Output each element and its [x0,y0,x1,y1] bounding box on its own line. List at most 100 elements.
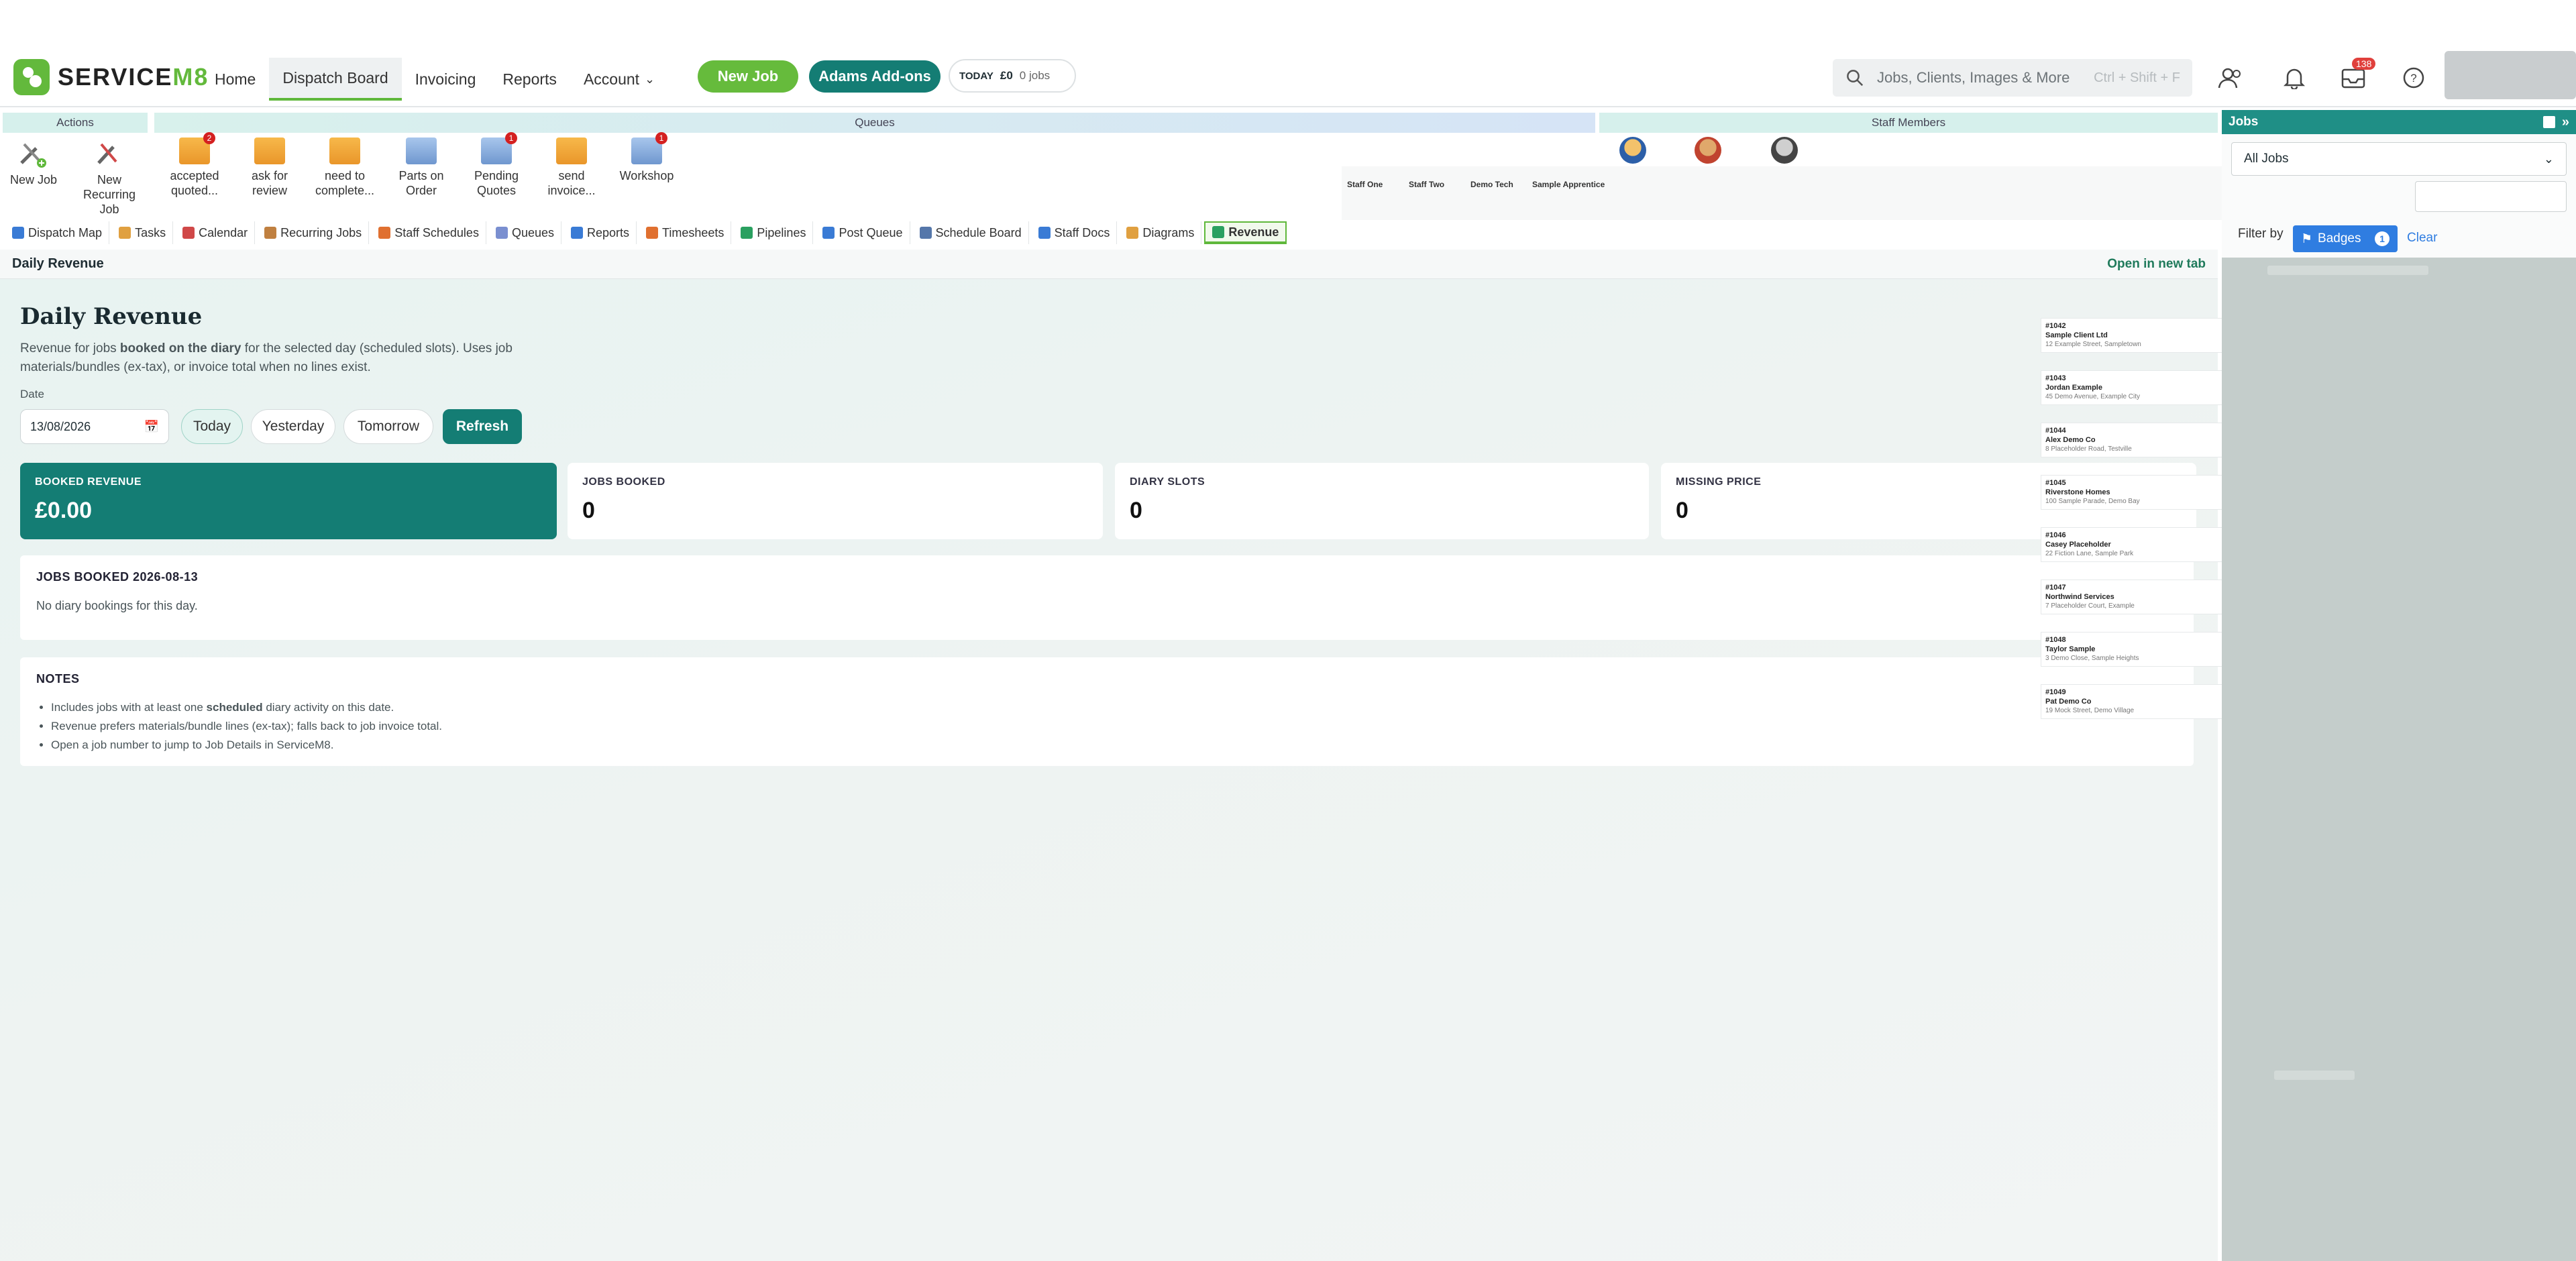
jobs-search-input[interactable] [2415,181,2567,212]
staff-name[interactable]: Staff Two [1409,180,1444,189]
dispatch-tabs: Dispatch Map Tasks Calendar Recurring Jobs S… [0,220,1287,245]
tab-label: Reports [587,225,630,239]
logo-mark-icon [13,59,50,95]
badges-filter-button[interactable]: ⚑ Badges 1 [2293,225,2398,252]
nav-dispatch-board[interactable]: Dispatch Board [269,58,402,101]
booked-revenue-card: BOOKED REVENUE £0.00 [20,463,557,539]
account-avatar[interactable] [2445,51,2576,99]
tab-diagrams[interactable]: Diagrams [1120,221,1202,244]
today-amount: £0 [1000,69,1013,82]
help-icon[interactable]: ? [2399,63,2428,93]
open-in-new-tab-link[interactable]: Open in new tab [2107,257,2206,272]
queue-label: ask for review [251,169,288,197]
tab-tasks[interactable]: Tasks [112,221,174,244]
tab-schedule-board[interactable]: Schedule Board [913,221,1029,244]
inbox-icon[interactable]: 138 [2339,58,2376,93]
tab-post-queue[interactable]: Post Queue [816,221,910,244]
chevron-down-icon: ⌄ [2543,152,2554,166]
tab-reports[interactable]: Reports [564,221,637,244]
tab-icon [1212,226,1225,238]
filter-by-label: Filter by [2238,227,2284,241]
tab-pipelines[interactable]: Pipelines [734,221,814,244]
tomorrow-button[interactable]: Tomorrow [343,409,433,444]
queue-label: Parts on Order [398,169,444,197]
queue-label: need to complete... [315,169,375,197]
bell-icon[interactable] [2279,63,2309,93]
nav-home[interactable]: Home [201,58,269,101]
folder-icon [406,138,437,164]
addons-button[interactable]: Adams Add-ons [809,60,941,93]
tab-label: Calendar [199,225,248,239]
clear-filter-link[interactable]: Clear [2407,231,2437,245]
new-job-button[interactable]: New Job [698,60,798,93]
global-search[interactable]: Jobs, Clients, Images & More Ctrl + Shif… [1833,59,2192,97]
jobs-booked-panel: JOBS BOOKED 2026-08-13 No diary bookings… [20,555,2194,640]
tab-calendar[interactable]: Calendar [176,221,256,244]
queue-item[interactable]: 2 accepted quoted... [161,132,228,198]
today-jobs: 0 jobs [1019,69,1051,82]
folder-icon [556,138,587,164]
tab-revenue[interactable]: Revenue [1204,221,1287,244]
servicem8-logo[interactable]: SERVICEM8 [13,59,209,95]
staff-avatar-3[interactable] [1771,137,1798,164]
tab-label: Timesheets [662,225,724,239]
staff-avatar-2[interactable] [1695,137,1721,164]
queue-item[interactable]: send invoice... [538,138,605,198]
chevron-down-icon: ⌄ [645,72,655,86]
tab-label: Staff Schedules [394,225,479,239]
tab-label: Staff Docs [1054,225,1110,239]
nav-account[interactable]: Account ⌄ [570,58,668,101]
yesterday-button[interactable]: Yesterday [251,409,335,444]
jobs-booked-card: JOBS BOOKED 0 [568,463,1103,539]
tab-staff-schedules[interactable]: Staff Schedules [372,221,486,244]
date-input[interactable]: 13/08/2026 📅 [20,409,169,444]
new-job-action[interactable]: New Job [0,138,67,187]
staff-name[interactable]: Staff One [1347,180,1383,189]
tab-staff-docs[interactable]: Staff Docs [1032,221,1118,244]
notes-title: NOTES [36,672,80,686]
queue-item[interactable]: ask for review [236,138,303,198]
staff-name[interactable]: Demo Tech [1470,180,1513,189]
notes-panel: NOTES Includes jobs with at least one sc… [20,657,2194,766]
page-title: Daily Revenue [20,303,203,330]
tab-label: Pipelines [757,225,806,239]
calendar-icon[interactable]: 📅 [144,420,159,434]
badges-count: 1 [2375,231,2390,246]
staff-name[interactable]: Sample Apprentice [1532,180,1605,189]
note-item: Open a job number to jump to Job Details… [51,736,2178,755]
inbox-count-badge: 138 [2352,58,2376,70]
today-button[interactable]: Today [181,409,243,444]
tab-queues[interactable]: Queues [489,221,561,244]
collapse-icon[interactable]: » [2562,115,2569,130]
jobs-placeholder-row [2267,266,2428,275]
tab-recurring-jobs[interactable]: Recurring Jobs [258,221,370,244]
search-icon [1847,70,1864,87]
queue-count-badge: 1 [505,132,517,144]
tab-label: Schedule Board [935,225,1022,239]
tab-icon [12,227,24,239]
queue-label: accepted quoted... [170,169,219,197]
logo-text: SERVICE [58,63,173,91]
nav-reports[interactable]: Reports [489,58,570,101]
tab-dispatch-map[interactable]: Dispatch Map [5,221,110,244]
diary-slots-card: DIARY SLOTS 0 [1115,463,1649,539]
new-recurring-job-action[interactable]: New Recurring Job [72,138,146,217]
refresh-button[interactable]: Refresh [443,409,522,444]
staff-avatar-1[interactable] [1619,137,1646,164]
people-icon[interactable] [2216,63,2246,93]
card-value: 0 [1130,498,1142,523]
queue-item[interactable]: Parts on Order [388,138,455,198]
card-label: BOOKED REVENUE [35,476,142,488]
nav-invoicing[interactable]: Invoicing [402,58,490,101]
tab-label: Post Queue [839,225,903,239]
tab-icon [495,227,508,239]
jobs-filter-select[interactable]: All Jobs ⌄ [2231,142,2567,176]
queue-item[interactable]: need to complete... [311,138,378,198]
queue-item[interactable]: 1 Workshop [613,132,680,183]
checkbox-icon[interactable] [2542,116,2555,128]
folder-icon: 1 [481,132,517,164]
tab-icon [378,227,391,239]
content-header: Daily Revenue Open in new tab [0,250,2218,279]
tab-timesheets[interactable]: Timesheets [639,221,732,244]
queue-item[interactable]: 1 Pending Quotes [463,132,530,198]
